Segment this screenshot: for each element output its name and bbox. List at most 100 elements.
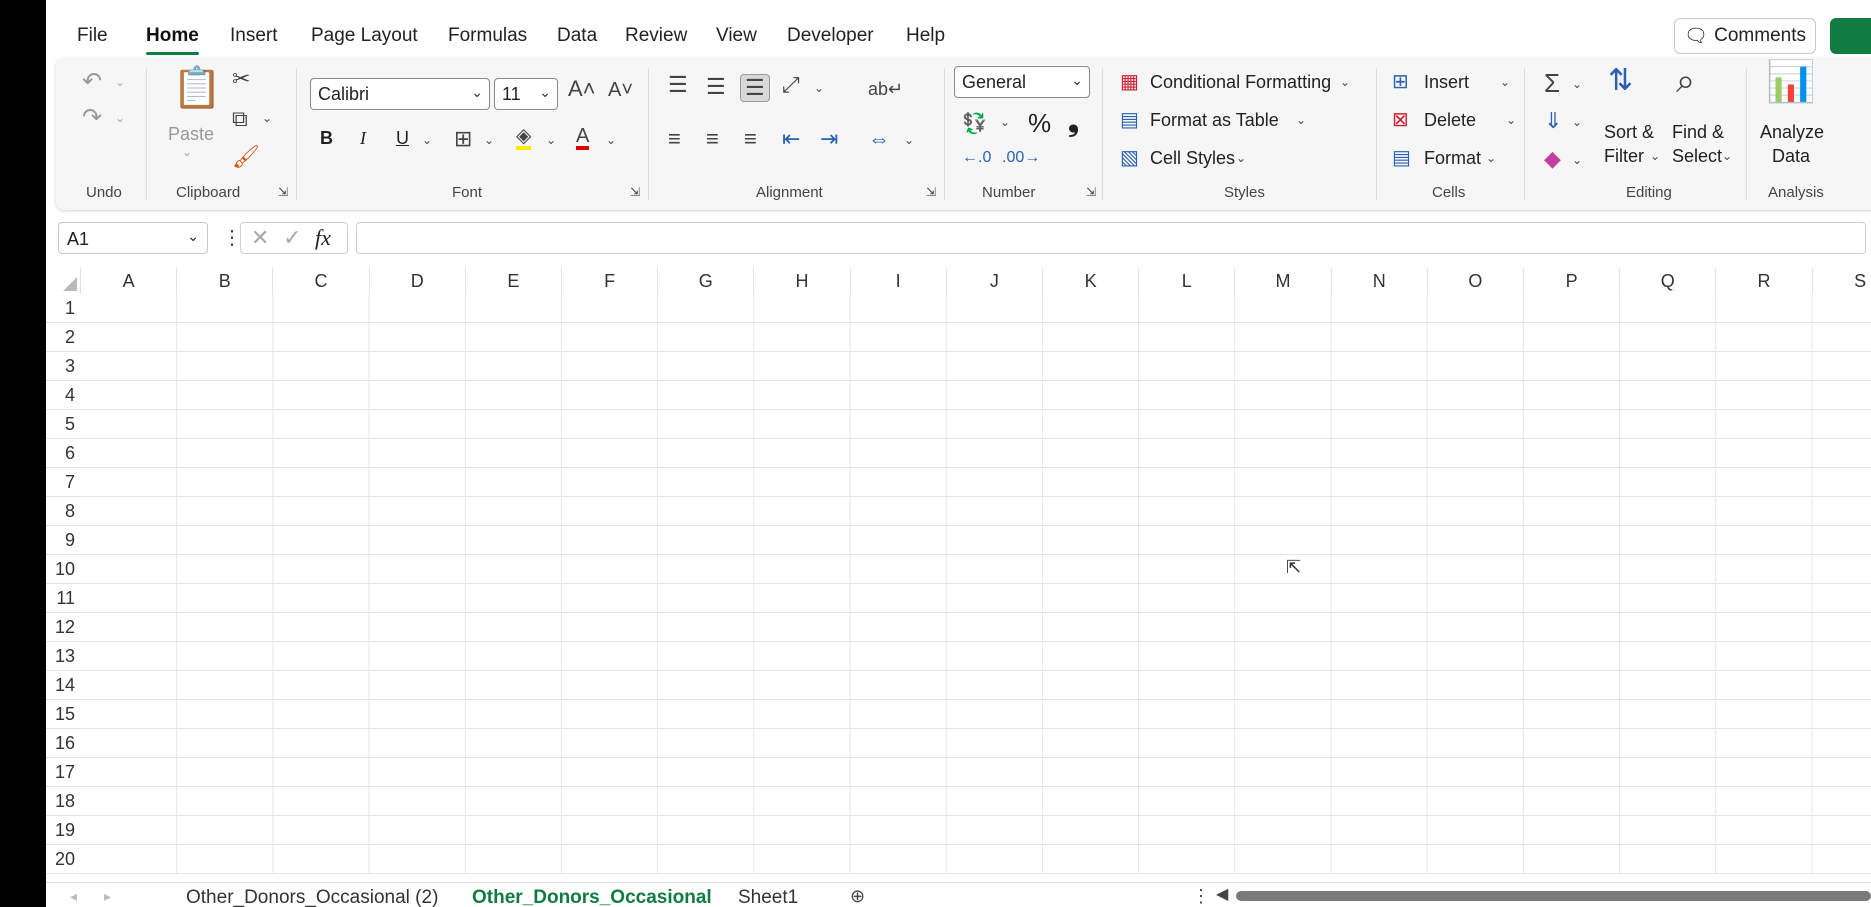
fill-icon[interactable]: ⇓	[1544, 110, 1562, 132]
confirm-entry-icon[interactable]: ✓	[283, 227, 301, 249]
formula-input[interactable]	[356, 222, 1866, 254]
column-header[interactable]: A	[81, 268, 178, 294]
tab-home[interactable]: Home	[146, 25, 199, 55]
column-header[interactable]: B	[177, 268, 274, 294]
row-header[interactable]: 17	[46, 758, 81, 787]
find-select-icon[interactable]: ⌕	[1676, 64, 1695, 98]
bold-button[interactable]: B	[320, 128, 333, 149]
increase-font-icon[interactable]: A˄	[568, 78, 596, 100]
format-painter-icon[interactable]: 🖌	[232, 146, 260, 168]
row-header[interactable]: 3	[46, 352, 81, 381]
tab-view[interactable]: View	[716, 25, 757, 47]
alignment-launcher-icon[interactable]: ⇲	[926, 186, 936, 198]
align-middle-icon[interactable]: ☰	[706, 76, 726, 98]
column-header[interactable]: N	[1332, 268, 1428, 294]
number-launcher-icon[interactable]: ⇲	[1086, 186, 1096, 198]
find-select-label-2[interactable]: Select	[1672, 146, 1722, 167]
column-header[interactable]: K	[1043, 268, 1140, 294]
align-right-icon[interactable]: ≡	[744, 128, 757, 150]
percent-style-button[interactable]: %	[1028, 108, 1051, 139]
clear-dropdown-icon[interactable]: ⌄	[1572, 154, 1582, 166]
cell-area[interactable]	[81, 294, 1871, 874]
scroll-left-icon[interactable]: ◂	[70, 889, 77, 903]
share-button[interactable]	[1830, 18, 1871, 54]
column-header[interactable]: G	[658, 268, 755, 294]
tab-formulas[interactable]: Formulas	[448, 25, 527, 47]
clear-icon[interactable]: ◆	[1544, 148, 1561, 170]
column-header[interactable]: D	[370, 268, 466, 294]
column-header[interactable]: H	[754, 268, 851, 294]
fill-color-icon[interactable]: ◈	[516, 126, 532, 150]
column-header[interactable]: I	[851, 268, 947, 294]
paste-icon[interactable]: 📋	[172, 68, 222, 108]
sheet-tab[interactable]: Other_Donors_Occasional (2)	[186, 887, 438, 907]
clipboard-launcher-icon[interactable]: ⇲	[278, 186, 288, 198]
autosum-icon[interactable]: Σ	[1544, 70, 1560, 96]
decrease-decimal-icon[interactable]: .00→	[1002, 150, 1040, 166]
underline-dropdown-icon[interactable]: ⌄	[422, 134, 432, 146]
merge-dropdown-icon[interactable]: ⌄	[904, 134, 914, 146]
copy-dropdown-icon[interactable]: ⌄	[262, 112, 272, 124]
font-size-select[interactable]: 11 ⌄	[494, 78, 558, 110]
column-header[interactable]: R	[1716, 268, 1813, 294]
tab-insert[interactable]: Insert	[230, 25, 278, 47]
fill-dropdown-icon[interactable]: ⌄	[1572, 116, 1582, 128]
sort-filter-label-2[interactable]: Filter	[1604, 146, 1644, 167]
scroll-right-icon[interactable]: ▸	[104, 889, 111, 903]
decrease-indent-icon[interactable]: ⇤	[782, 128, 800, 150]
align-center-icon[interactable]: ≡	[706, 128, 719, 150]
more-options-icon[interactable]: ⋮	[222, 228, 242, 248]
font-launcher-icon[interactable]: ⇲	[630, 186, 640, 198]
find-select-label-1[interactable]: Find &	[1672, 122, 1724, 143]
row-header[interactable]: 10	[46, 555, 81, 584]
row-header[interactable]: 16	[46, 729, 81, 758]
column-header[interactable]: F	[562, 268, 659, 294]
spreadsheet-grid[interactable]: ABCDEFGHIJKLMNOPQRS 1 2 3 4 5 6 7 8 9 10 11 12 13 14 1…	[46, 268, 1871, 880]
row-header[interactable]: 20	[46, 845, 81, 874]
row-header[interactable]: 5	[46, 410, 81, 439]
tab-page-layout[interactable]: Page Layout	[311, 25, 418, 47]
insert-function-button[interactable]: fx	[315, 225, 331, 251]
sheet-tab[interactable]: Sheet1	[738, 887, 798, 907]
paste-label[interactable]: Paste	[168, 124, 214, 145]
row-header[interactable]: 12	[46, 613, 81, 642]
column-header[interactable]: L	[1139, 268, 1236, 294]
row-header[interactable]: 1	[46, 294, 81, 323]
analyze-data-label-1[interactable]: Analyze	[1760, 122, 1824, 143]
sheet-tab-active[interactable]: Other_Donors_Occasional	[472, 887, 712, 907]
accounting-format-icon[interactable]: 💱	[962, 114, 987, 134]
orientation-icon[interactable]: ⤢	[782, 74, 800, 96]
comments-button[interactable]: 🗨 Comments	[1674, 18, 1816, 54]
row-header[interactable]: 6	[46, 439, 81, 468]
fill-color-dropdown-icon[interactable]: ⌄	[546, 134, 556, 146]
row-header[interactable]: 15	[46, 700, 81, 729]
align-left-icon[interactable]: ≡	[668, 128, 681, 150]
paste-dropdown-icon[interactable]: ⌄	[182, 146, 192, 158]
borders-dropdown-icon[interactable]: ⌄	[484, 134, 494, 146]
underline-button[interactable]: U	[396, 128, 409, 149]
horizontal-scrollbar[interactable]	[1236, 891, 1871, 901]
font-color-dropdown-icon[interactable]: ⌄	[606, 134, 616, 146]
tab-data[interactable]: Data	[557, 25, 597, 47]
column-header[interactable]: O	[1428, 268, 1524, 294]
borders-icon[interactable]: ⊞	[454, 128, 472, 150]
row-header[interactable]: 4	[46, 381, 81, 410]
row-header[interactable]: 18	[46, 787, 81, 816]
tab-help[interactable]: Help	[906, 25, 945, 47]
name-box[interactable]: A1 ⌄	[58, 222, 208, 254]
row-header[interactable]: 13	[46, 642, 81, 671]
accounting-dropdown-icon[interactable]: ⌄	[1000, 116, 1010, 128]
comma-style-button[interactable]: ❟	[1068, 106, 1079, 139]
font-name-select[interactable]: Calibri ⌄	[310, 78, 490, 110]
column-header[interactable]: J	[947, 268, 1043, 294]
column-header[interactable]: Q	[1620, 268, 1717, 294]
row-header[interactable]: 11	[46, 584, 81, 613]
column-header[interactable]: E	[466, 268, 562, 294]
wrap-text-icon[interactable]: ab↵	[868, 80, 903, 98]
row-header[interactable]: 14	[46, 671, 81, 700]
tab-review[interactable]: Review	[625, 25, 687, 47]
undo-dropdown-icon[interactable]: ⌄	[115, 76, 125, 88]
select-all-button[interactable]	[46, 268, 81, 294]
sort-filter-icon[interactable]: ⇅	[1608, 66, 1633, 96]
italic-button[interactable]: I	[360, 128, 366, 149]
